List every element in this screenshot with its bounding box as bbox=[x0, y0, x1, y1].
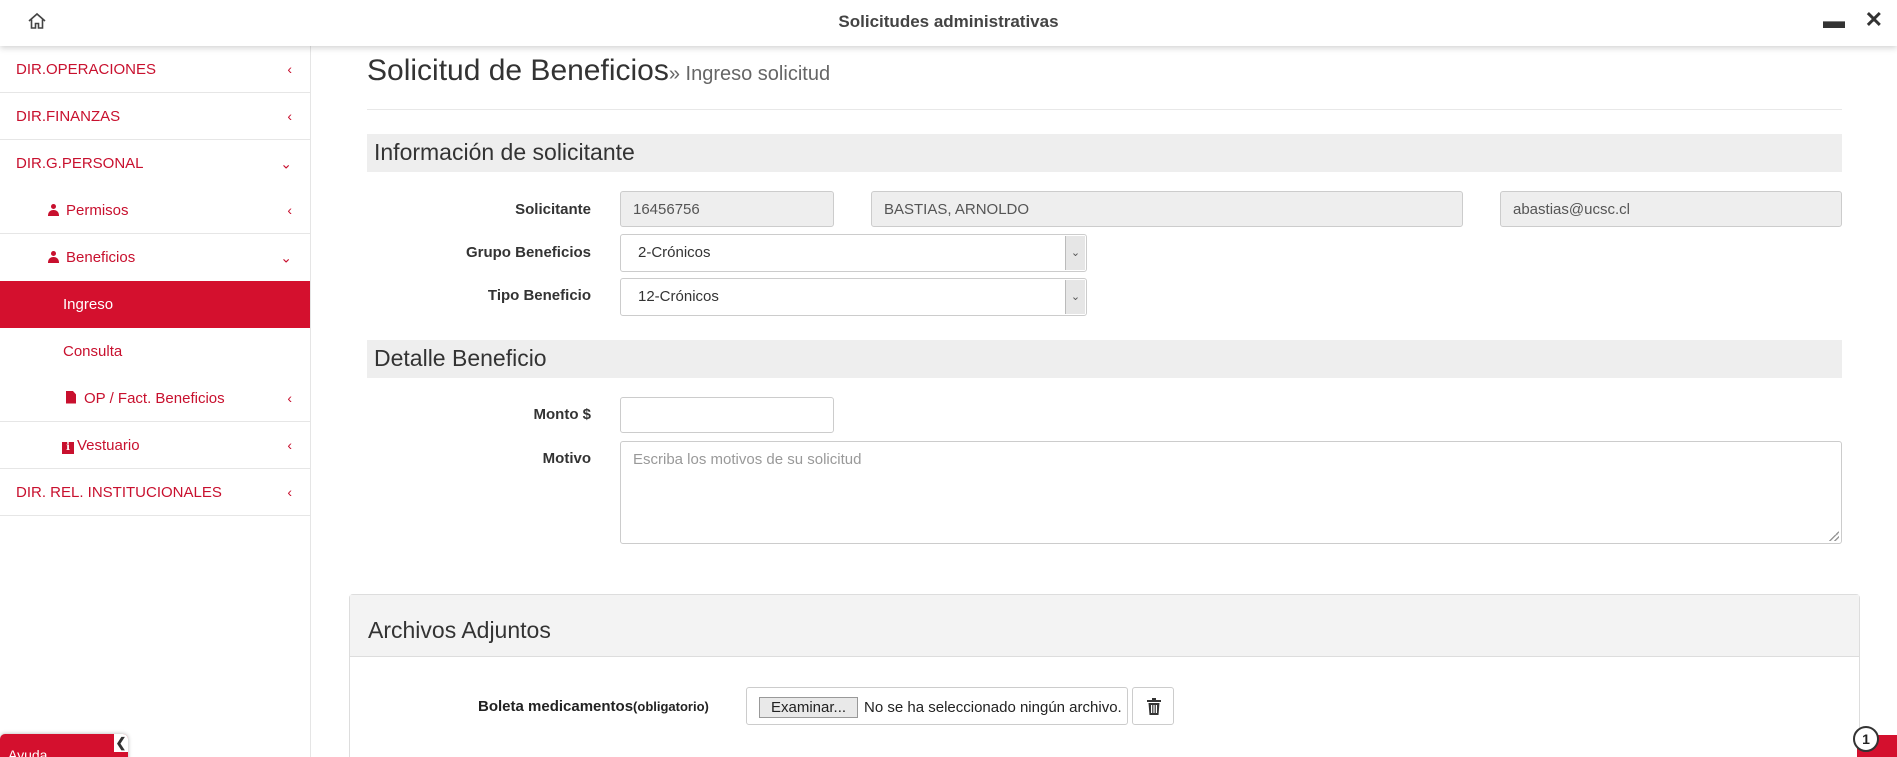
section-heading-applicant: Información de solicitante bbox=[367, 134, 1842, 172]
chevron-left-icon: ‹ bbox=[287, 484, 292, 500]
chevron-left-icon: ‹ bbox=[287, 108, 292, 124]
motivo-label: Motivo bbox=[542, 450, 591, 467]
tipo-beneficio-select[interactable]: 12-Crónicos ⌄ bbox=[620, 278, 1087, 316]
divider bbox=[367, 109, 1842, 110]
sidebar-item-dir-rel-institucionales[interactable]: DIR. REL. INSTITUCIONALES ‹ bbox=[0, 469, 310, 516]
file-input[interactable]: Examinar... No se ha seleccionado ningún … bbox=[746, 687, 1128, 725]
email-field: abastias@ucsc.cl bbox=[1500, 191, 1842, 227]
resize-grip-icon[interactable] bbox=[1829, 531, 1839, 541]
file-icon bbox=[66, 390, 76, 404]
chevron-down-icon: ⌄ bbox=[1065, 280, 1085, 314]
sidebar-item-label: Consulta bbox=[63, 343, 123, 360]
sidebar-item-label: OP / Fact. Beneficios bbox=[84, 389, 225, 407]
sidebar-item-permisos[interactable]: Permisos ‹ bbox=[0, 187, 310, 234]
no-file-text: No se ha seleccionado ningún archivo. bbox=[864, 699, 1122, 716]
grupo-beneficios-select[interactable]: 2-Crónicos ⌄ bbox=[620, 234, 1087, 272]
name-field: BASTIAS, ARNOLDO bbox=[871, 191, 1463, 227]
help-badge[interactable]: Ayuda ❮ bbox=[0, 734, 128, 757]
chevron-left-icon: ‹ bbox=[287, 202, 292, 218]
sidebar-item-label: Beneficios bbox=[66, 249, 136, 266]
grupo-beneficios-value: 2-Crónicos bbox=[638, 244, 711, 261]
sidebar-item-vestuario[interactable]: i Vestuario ‹ bbox=[0, 422, 310, 469]
sidebar-item-dir-finanzas[interactable]: DIR.FINANZAS ‹ bbox=[0, 93, 310, 140]
motivo-textarea[interactable]: Escriba los motivos de su solicitud bbox=[620, 441, 1842, 544]
grupo-beneficios-label: Grupo Beneficios bbox=[465, 244, 591, 261]
chevron-left-icon: ‹ bbox=[287, 390, 292, 406]
boleta-label-text: Boleta medicamentos bbox=[478, 698, 634, 715]
sidebar-item-op-fact-beneficios[interactable]: OP / Fact. Beneficios ‹ bbox=[0, 375, 310, 422]
page-subtitle: » Ingreso solicitud bbox=[668, 63, 831, 85]
monto-input[interactable] bbox=[620, 397, 834, 433]
motivo-placeholder: Escriba los motivos de su solicitud bbox=[633, 451, 862, 468]
title-bar: Solicitudes administrativas ▬ ✕ bbox=[0, 0, 1897, 46]
help-badge-label: Ayuda bbox=[8, 747, 48, 757]
trash-icon bbox=[1147, 698, 1161, 715]
chevron-down-icon: ⌄ bbox=[280, 249, 292, 265]
chevron-left-icon: ‹ bbox=[287, 437, 292, 453]
sidebar-item-label: DIR.OPERACIONES bbox=[16, 60, 157, 78]
info-icon: i bbox=[62, 441, 74, 454]
sidebar-item-label: Ingreso bbox=[63, 296, 114, 313]
sidebar-item-label: Permisos bbox=[66, 201, 129, 219]
solicitante-label: Solicitante bbox=[515, 201, 591, 218]
chevron-down-icon: ⌄ bbox=[280, 155, 292, 171]
attachments-heading: Archivos Adjuntos bbox=[350, 595, 1859, 657]
section-heading-detail: Detalle Beneficio bbox=[367, 340, 1842, 378]
monto-label: Monto $ bbox=[533, 406, 592, 423]
sidebar-item-consulta[interactable]: Consulta bbox=[0, 328, 310, 375]
collapse-toggle-icon[interactable]: ❮ bbox=[114, 734, 128, 752]
attachments-panel: Archivos Adjuntos Boleta medicamentos(ob… bbox=[349, 594, 1860, 757]
sidebar-item-dir-g-personal[interactable]: DIR.G.PERSONAL ⌄ bbox=[0, 140, 310, 187]
notification-count-badge[interactable]: 1 bbox=[1853, 726, 1879, 752]
window-title: Solicitudes administrativas bbox=[838, 12, 1059, 31]
page-title-text: Solicitud de Beneficios bbox=[367, 54, 669, 87]
sidebar-item-ingreso[interactable]: Ingreso bbox=[0, 281, 310, 328]
sidebar: DIR.OPERACIONES ‹ DIR.FINANZAS ‹ DIR.G.P… bbox=[0, 46, 311, 757]
sidebar-item-dir-operaciones[interactable]: DIR.OPERACIONES ‹ bbox=[0, 46, 310, 93]
tipo-beneficio-value: 12-Crónicos bbox=[638, 288, 719, 305]
user-icon bbox=[48, 251, 59, 263]
sidebar-item-label: DIR. REL. INSTITUCIONALES bbox=[16, 483, 222, 501]
page-title: Solicitud de Beneficios» Ingreso solicit… bbox=[367, 54, 830, 88]
chevron-left-icon: ‹ bbox=[287, 61, 292, 77]
sidebar-item-label: DIR.G.PERSONAL bbox=[16, 155, 144, 172]
minimize-button[interactable]: ▬ bbox=[1823, 8, 1845, 34]
delete-file-button[interactable] bbox=[1132, 687, 1174, 725]
browse-button[interactable]: Examinar... bbox=[759, 697, 859, 718]
close-button[interactable]: ✕ bbox=[1865, 7, 1883, 33]
main-content: Solicitud de Beneficios» Ingreso solicit… bbox=[311, 46, 1897, 757]
boleta-label: Boleta medicamentos(obligatorio) bbox=[478, 698, 709, 715]
user-icon bbox=[48, 203, 59, 216]
sidebar-item-label: Vestuario bbox=[77, 436, 140, 454]
rut-field: 16456756 bbox=[620, 191, 834, 227]
sidebar-item-beneficios[interactable]: Beneficios ⌄ bbox=[0, 234, 310, 281]
sidebar-item-label: DIR.FINANZAS bbox=[16, 107, 121, 125]
chevron-down-icon: ⌄ bbox=[1065, 236, 1085, 270]
required-note: (obligatorio) bbox=[633, 699, 709, 714]
tipo-beneficio-label: Tipo Beneficio bbox=[487, 287, 591, 304]
